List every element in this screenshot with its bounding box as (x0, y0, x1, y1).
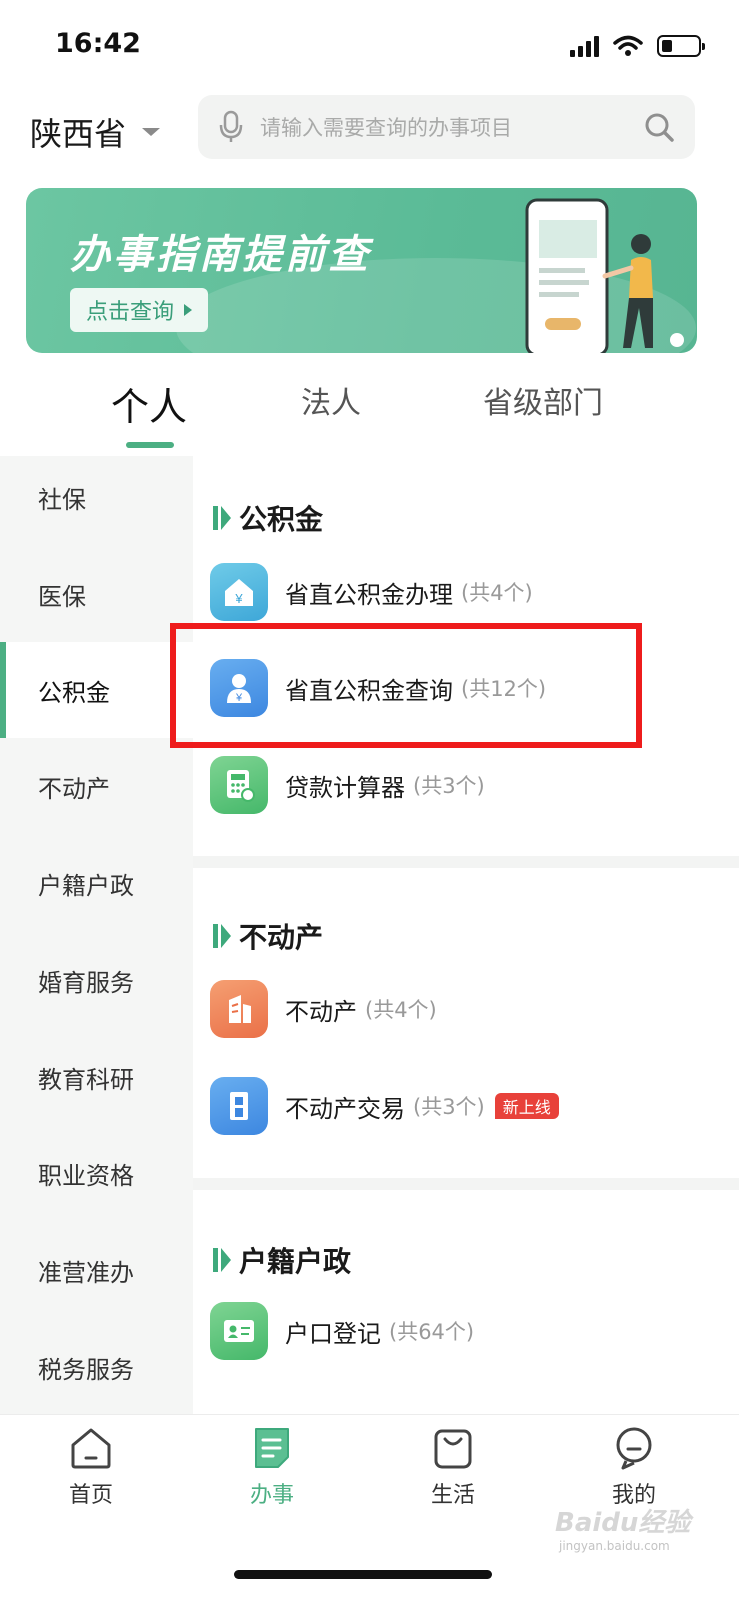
document-icon (255, 1428, 289, 1468)
section-header: 公积金 (213, 498, 323, 538)
header: 陕西省 请输入需要查询的办事项目 (0, 95, 739, 165)
sidebar-item-real-estate[interactable]: 不动产 (0, 738, 193, 834)
status-bar: 16:42 (0, 0, 739, 90)
section-title: 户籍户政 (239, 1245, 352, 1278)
id-card-icon (210, 1302, 268, 1360)
new-badge: 新上线 (494, 1093, 559, 1119)
signal-icon (570, 35, 599, 57)
sidebar-item-medical-insurance[interactable]: 医保 (0, 546, 193, 642)
tab-legal-person[interactable]: 法人 (301, 378, 361, 422)
sidebar-item-education-research[interactable]: 教育科研 (0, 1029, 193, 1125)
calculator-icon (210, 756, 268, 814)
service-name: 不动产 (285, 997, 357, 1026)
service-count: (共64个) (389, 1320, 475, 1344)
sidebar-item-housing-fund[interactable]: 公积金 (0, 642, 193, 738)
baidu-watermark: Baidu经验 jingyan.baidu.com (555, 1502, 690, 1553)
section-header: 不动产 (213, 916, 323, 956)
section-real-estate: 不动产 不动产 (共4个) 不动产交易 (共3个) 新上线 (193, 868, 739, 1178)
service-real-estate[interactable]: 不动产 (共4个) (210, 979, 437, 1039)
nav-mine[interactable]: 我的 (579, 1425, 689, 1509)
service-count: (共3个) (413, 774, 485, 798)
nav-life[interactable]: 生活 (398, 1425, 508, 1509)
section-header: 户籍户政 (213, 1240, 351, 1280)
province-selector[interactable]: 陕西省 (30, 109, 162, 155)
nav-services[interactable]: 办事 (217, 1425, 327, 1509)
service-name: 不动产交易 (285, 1094, 405, 1123)
svg-text:¥: ¥ (234, 591, 243, 606)
category-tabs: 个人 法人 省级部门 (0, 362, 739, 456)
sidebar-item-marriage-birth[interactable]: 婚育服务 (0, 932, 193, 1028)
banner-query-button[interactable]: 点击查询 (70, 288, 209, 332)
service-count: (共3个) (413, 1095, 485, 1119)
service-name: 户口登记 (285, 1319, 381, 1348)
guide-banner[interactable]: 办事指南提前查 点击查询 (26, 188, 697, 353)
status-time: 16:42 (55, 28, 141, 59)
service-count: (共4个) (365, 998, 437, 1022)
section-marker-icon (213, 924, 231, 948)
highlight-box (170, 623, 642, 748)
status-icons (570, 32, 705, 60)
sidebar-item-professional-qualification[interactable]: 职业资格 (0, 1125, 193, 1221)
battery-icon (657, 35, 705, 57)
bag-icon (434, 1429, 472, 1469)
watermark-brand: Baidu经验 (555, 1508, 691, 1538)
section-household-registration: 户籍户政 户口登记 (共64个) (193, 1190, 739, 1414)
nav-label: 首页 (68, 1483, 113, 1508)
tab-provincial-departments[interactable]: 省级部门 (483, 378, 603, 422)
search-input[interactable]: 请输入需要查询的办事项目 (198, 95, 695, 159)
play-arrow-icon (184, 304, 193, 316)
sidebar: 社保 医保 公积金 不动产 户籍户政 婚育服务 教育科研 职业资格 准营准办 税… (0, 456, 193, 1414)
tab-active-indicator (126, 442, 174, 448)
tab-personal[interactable]: 个人 (111, 376, 187, 431)
section-marker-icon (213, 506, 231, 530)
section-marker-icon (213, 1248, 231, 1272)
service-list: 公积金 ¥ 省直公积金办理 (共4个) ¥ 省直公积金查询 (共12个) 贷款计… (193, 456, 739, 1414)
phone-illustration (525, 198, 684, 353)
service-name: 贷款计算器 (285, 773, 405, 802)
nav-label: 生活 (430, 1483, 475, 1508)
sidebar-item-business-license[interactable]: 准营准办 (0, 1222, 193, 1318)
service-count: (共4个) (461, 581, 533, 605)
home-indicator (234, 1570, 492, 1579)
building-icon (210, 980, 268, 1038)
door-icon (210, 1077, 268, 1135)
profile-icon (616, 1427, 652, 1470)
service-housing-fund-handling[interactable]: ¥ 省直公积金办理 (共4个) (210, 562, 533, 622)
section-title: 公积金 (239, 503, 324, 536)
sidebar-item-household-registration[interactable]: 户籍户政 (0, 835, 193, 931)
province-label: 陕西省 (30, 115, 127, 153)
nav-home[interactable]: 首页 (36, 1425, 146, 1509)
service-household-registration[interactable]: 户口登记 (共64个) (210, 1301, 474, 1361)
service-real-estate-transaction[interactable]: 不动产交易 (共3个) 新上线 (210, 1076, 559, 1136)
nav-label: 办事 (249, 1483, 294, 1508)
section-title: 不动产 (239, 921, 324, 954)
search-icon[interactable] (643, 111, 675, 143)
wifi-icon (613, 35, 643, 56)
house-yuan-icon: ¥ (210, 563, 268, 621)
microphone-icon[interactable] (218, 110, 244, 144)
sidebar-item-tax-services[interactable]: 税务服务 (0, 1319, 193, 1414)
watermark-url: jingyan.baidu.com (559, 1539, 670, 1553)
home-icon (71, 1428, 111, 1469)
sidebar-item-social-security[interactable]: 社保 (0, 456, 193, 545)
banner-title: 办事指南提前查 (70, 232, 371, 278)
search-placeholder: 请输入需要查询的办事项目 (260, 116, 512, 140)
banner-button-label: 点击查询 (86, 300, 175, 325)
service-name: 省直公积金办理 (285, 580, 453, 609)
service-loan-calculator[interactable]: 贷款计算器 (共3个) (210, 755, 485, 815)
chevron-down-icon (142, 128, 161, 136)
